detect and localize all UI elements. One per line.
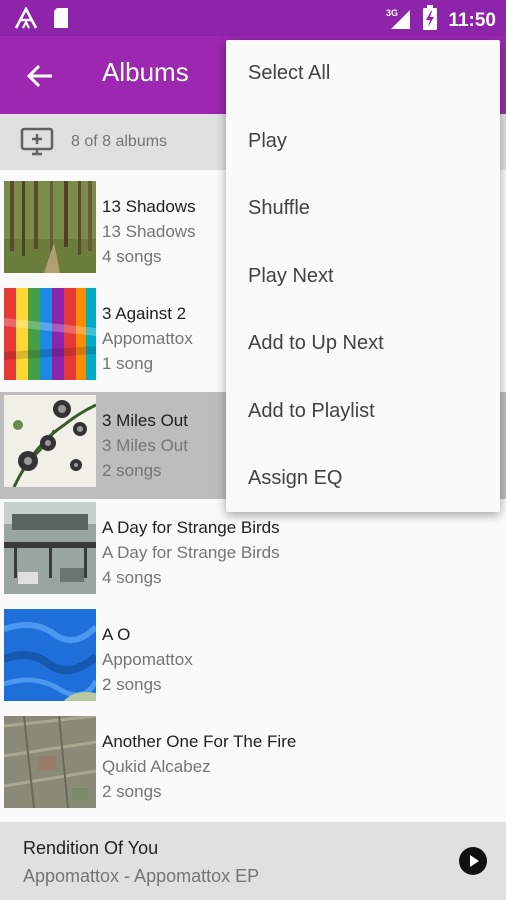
album-song-count: 4 songs bbox=[102, 247, 162, 266]
album-art-blue bbox=[4, 609, 96, 701]
menu-item-add-to-up-next[interactable]: Add to Up Next bbox=[248, 332, 384, 355]
album-count: 8 of 8 albums bbox=[71, 133, 168, 150]
menu-item-shuffle[interactable]: Shuffle bbox=[248, 197, 310, 220]
page-title: Albums bbox=[102, 57, 189, 87]
album-song-count: 2 songs bbox=[102, 461, 162, 480]
album-artist: Appomattox bbox=[102, 329, 193, 348]
album-art-aerial bbox=[4, 716, 96, 808]
clock: 11:50 bbox=[448, 9, 496, 31]
album-artist: A Day for Strange Birds bbox=[102, 543, 280, 562]
back-arrow-icon[interactable] bbox=[24, 60, 56, 92]
sd-card-icon bbox=[52, 7, 70, 34]
album-title: Another One For The Fire bbox=[102, 732, 297, 751]
status-bar: 3G 11:50 bbox=[0, 0, 506, 36]
album-artist: Qukid Alcabez bbox=[102, 757, 211, 776]
battery-icon bbox=[422, 5, 438, 36]
album-title: A Day for Strange Birds bbox=[102, 518, 280, 537]
album-row[interactable]: Another One For The Fire Qukid Alcabez 2… bbox=[0, 713, 506, 820]
menu-item-add-to-playlist[interactable]: Add to Playlist bbox=[248, 400, 375, 423]
album-title: 3 Against 2 bbox=[102, 304, 187, 323]
menu-item-assign-eq[interactable]: Assign EQ bbox=[248, 467, 342, 490]
album-row[interactable]: A O Appomattox 2 songs bbox=[0, 606, 506, 713]
now-playing-bar[interactable]: Rendition Of You Appomattox - Appomattox… bbox=[0, 822, 506, 900]
now-playing-song: Rendition Of You bbox=[23, 838, 159, 858]
album-art-circles bbox=[4, 395, 96, 487]
play-icon[interactable] bbox=[458, 846, 488, 876]
add-to-queue-icon[interactable] bbox=[20, 127, 54, 162]
album-song-count: 2 songs bbox=[102, 782, 162, 801]
album-song-count: 1 song bbox=[102, 354, 154, 373]
app-logo-icon bbox=[14, 6, 38, 34]
album-title: 13 Shadows bbox=[102, 197, 196, 216]
menu-item-play[interactable]: Play bbox=[248, 130, 287, 153]
album-title: A O bbox=[102, 625, 131, 644]
menu-item-play-next[interactable]: Play Next bbox=[248, 265, 334, 288]
menu-item-select-all[interactable]: Select All bbox=[248, 62, 330, 85]
signal-icon: 3G bbox=[386, 6, 412, 35]
album-artist: Appomattox bbox=[102, 650, 193, 669]
album-song-count: 2 songs bbox=[102, 675, 162, 694]
album-row[interactable]: A Day for Strange Birds A Day for Strang… bbox=[0, 499, 506, 606]
album-art-yard bbox=[4, 502, 96, 594]
signal-label: 3G bbox=[386, 8, 398, 18]
album-song-count: 4 songs bbox=[102, 568, 162, 587]
album-title: 3 Miles Out bbox=[102, 411, 188, 430]
album-art-stripes bbox=[4, 288, 96, 380]
album-artist: 13 Shadows bbox=[102, 222, 196, 241]
album-artist: 3 Miles Out bbox=[102, 436, 188, 455]
album-art-forest bbox=[4, 181, 96, 273]
now-playing-artist-album: Appomattox - Appomattox EP bbox=[23, 866, 260, 886]
overflow-menu: Select All Play Shuffle Play Next Add to… bbox=[226, 40, 500, 512]
